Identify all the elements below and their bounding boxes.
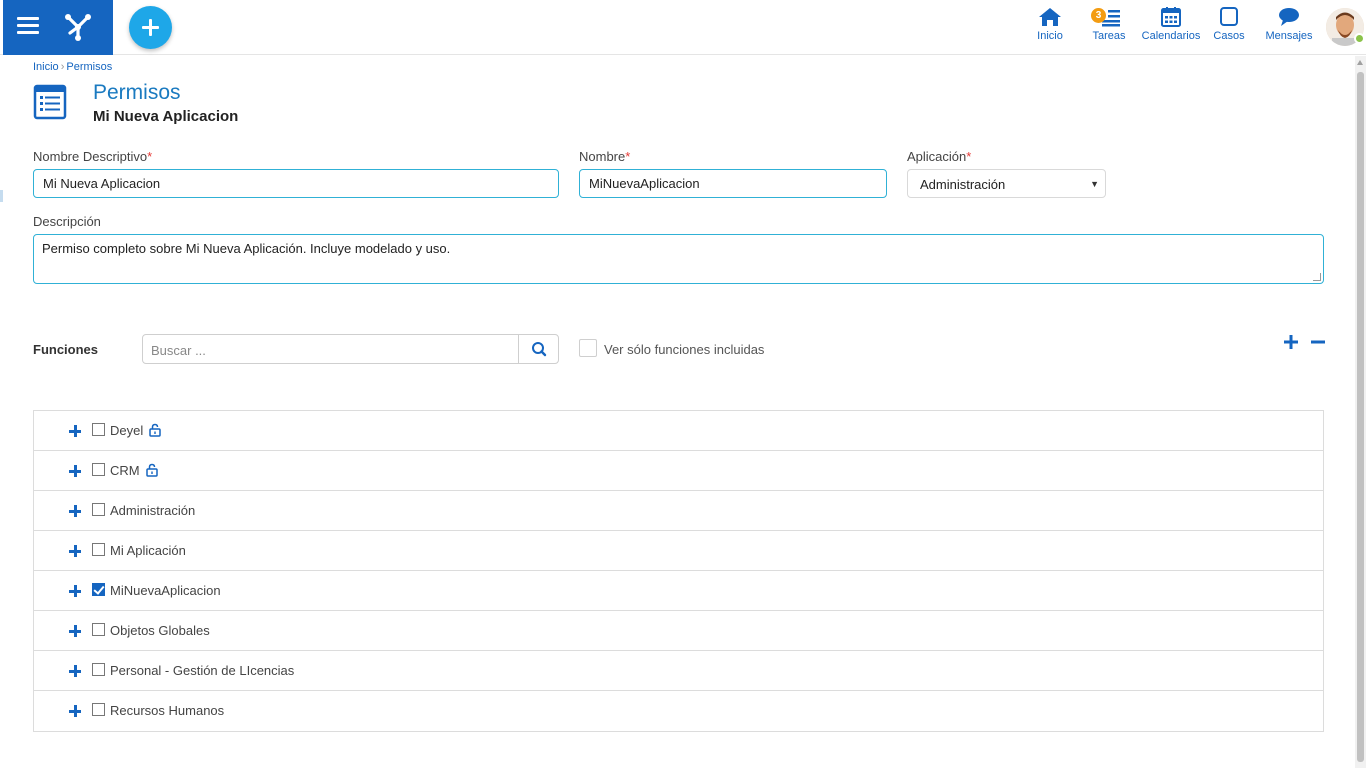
row-label: Mi Aplicación [110,543,186,558]
required-marker: * [625,149,631,164]
search-input[interactable]: Buscar ... [151,343,206,358]
required-marker: * [147,149,153,164]
expand-plus-icon[interactable] [69,665,81,677]
nav-inicio[interactable]: Inicio [1030,6,1070,51]
scroll-thumb[interactable] [1357,72,1364,762]
hamburger-icon[interactable] [17,17,39,35]
nombre-descriptivo-label: Nombre Descriptivo* [33,149,153,164]
expand-all-plus-icon[interactable] [1284,335,1298,349]
nombre-field[interactable]: MiNuevaAplicacion [579,169,887,198]
row-checkbox[interactable] [92,623,105,636]
funciones-tree: Deyel CRM Administración Mi Aplicación MiNue… [33,410,1324,732]
nav-mensajes-label: Mensajes [1265,30,1313,42]
home-icon [1039,8,1061,26]
top-bar: Inicio 3 Tareas Calendarios Casos Mensaj… [0,0,1366,55]
left-edge-decoration [0,190,3,202]
expand-plus-icon[interactable] [69,505,81,517]
row-label: CRM [110,463,140,478]
chat-icon [1279,8,1299,26]
row-checkbox[interactable] [92,423,105,436]
descripcion-textarea[interactable]: Permiso completo sobre Mi Nueva Aplicaci… [33,234,1324,284]
add-button[interactable] [129,6,172,49]
brand-area [3,0,113,55]
page-subtitle: Mi Nueva Aplicacion [93,108,239,125]
expand-plus-icon[interactable] [69,625,81,637]
lock-icon [145,463,159,477]
nav-calendarios[interactable]: Calendarios [1141,6,1201,51]
tree-row: Deyel [34,411,1323,451]
row-checkbox[interactable] [92,543,105,556]
funciones-label: Funciones [33,342,99,357]
deyel-logo[interactable] [60,7,96,43]
tree-row: Personal - Gestión de LIcencias [34,651,1323,691]
search-button[interactable] [518,335,558,363]
calendar-icon [1161,7,1181,27]
expand-plus-icon[interactable] [69,425,81,437]
nav-calendarios-label: Calendarios [1141,30,1201,42]
expand-plus-icon[interactable] [69,705,81,717]
required-marker: * [966,149,972,164]
ver-solo-incluidas-label: Ver sólo funciones incluidas [604,342,765,357]
tree-row: Objetos Globales [34,611,1323,651]
row-checkbox[interactable] [92,503,105,516]
online-status-dot [1354,33,1365,44]
lock-icon [148,423,162,437]
row-label: Personal - Gestión de LIcencias [110,663,295,678]
nombre-label: Nombre* [579,149,631,164]
row-checkbox[interactable] [92,463,105,476]
page-scrollbar[interactable] [1355,56,1366,768]
tree-row: Mi Aplicación [34,531,1323,571]
permissions-page-icon [33,84,67,120]
row-label: Objetos Globales [110,623,210,638]
row-label: Administración [110,503,196,518]
nav-tareas-label: Tareas [1092,30,1126,42]
descripcion-label: Descripción [33,214,101,229]
ver-solo-incluidas-checkbox[interactable] [579,339,597,357]
nombre-descriptivo-field[interactable]: Mi Nueva Aplicacion [33,169,559,198]
dropdown-arrow-icon: ▼ [1090,179,1099,189]
nav-casos-label: Casos [1213,30,1245,42]
nav-mensajes[interactable]: Mensajes [1264,6,1314,51]
row-checkbox[interactable] [92,583,105,596]
scroll-up-arrow-icon[interactable] [1357,60,1363,65]
aplicacion-label: Aplicación* [907,149,972,164]
collapse-all-minus-icon[interactable] [1311,335,1325,349]
row-checkbox[interactable] [92,703,105,716]
expand-plus-icon[interactable] [69,585,81,597]
tree-row: MiNuevaAplicacion [34,571,1323,611]
aplicacion-select[interactable]: Administración ▼ [907,169,1106,198]
breadcrumb: Inicio › Permisos [33,61,112,73]
tasks-badge: 3 [1091,8,1106,23]
row-label: Recursos Humanos [110,703,225,718]
tree-row: Recursos Humanos [34,691,1323,731]
breadcrumb-separator: › [60,61,65,73]
tree-row: CRM [34,451,1323,491]
expand-plus-icon[interactable] [69,465,81,477]
cases-icon [1220,7,1238,26]
descripcion-text: Permiso completo sobre Mi Nueva Aplicaci… [42,241,451,256]
aplicacion-selected-value: Administración [920,177,1006,192]
row-checkbox[interactable] [92,663,105,676]
row-label: MiNuevaAplicacion [110,583,221,598]
resize-handle-icon[interactable] [1313,273,1321,281]
page-title: Permisos [93,81,181,104]
breadcrumb-home-link[interactable]: Inicio [33,61,59,73]
expand-plus-icon[interactable] [69,545,81,557]
row-label: Deyel [110,423,144,438]
nav-inicio-label: Inicio [1037,30,1063,42]
nav-casos[interactable]: Casos [1211,6,1247,51]
breadcrumb-current[interactable]: Permisos [66,61,112,73]
search-icon [532,342,547,357]
tree-row: Administración [34,491,1323,531]
funciones-search-box[interactable]: Buscar ... [142,334,559,364]
nav-tareas[interactable]: 3 Tareas [1089,6,1129,51]
